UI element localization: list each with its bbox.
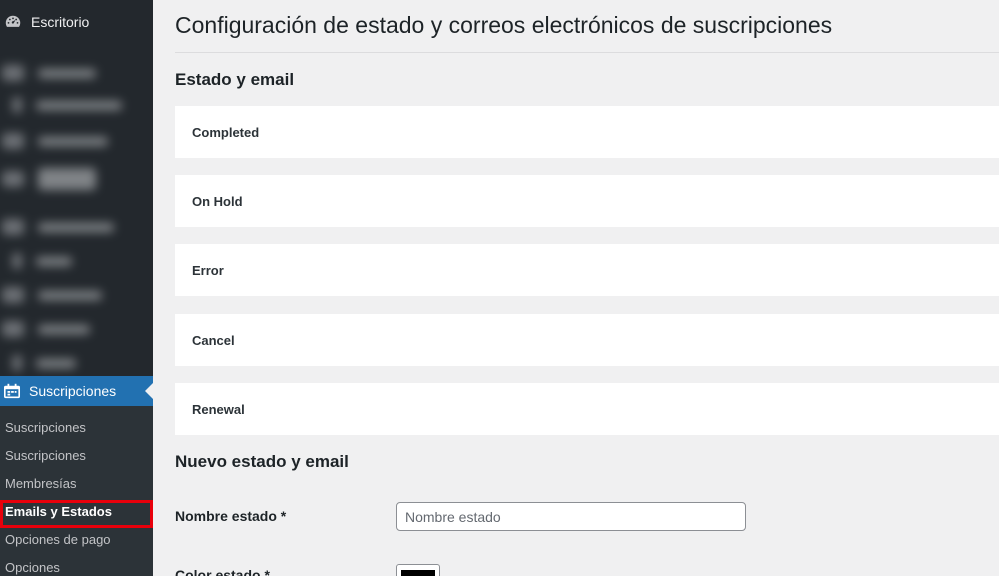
dashboard-icon [3,12,23,32]
calendar-icon [2,381,22,401]
status-label: Cancel [192,332,235,348]
status-card-renewal[interactable]: Renewal [175,383,999,435]
sidebar-item-escritorio[interactable]: Escritorio [0,0,153,44]
section-title-status: Estado y email [175,70,295,89]
submenu-item-membresias[interactable]: Membresías [5,474,77,494]
submenu-item-suscripciones[interactable]: Suscripciones [5,418,86,438]
highlight-annotation [0,500,153,528]
submenu: Suscripciones Suscripciones Membresías E… [0,406,153,576]
status-label: Renewal [192,401,245,417]
main-content: Configuración de estado y correos electr… [153,0,999,576]
section-title-new-status: Nuevo estado y email [175,452,349,471]
status-label: On Hold [192,193,243,209]
blurred-menu-items [0,50,153,376]
status-color-picker[interactable] [396,564,440,576]
status-label: Completed [192,124,260,140]
submenu-item-opciones[interactable]: Opciones [5,558,60,576]
current-menu-arrow [145,383,153,399]
sidebar-item-suscripciones[interactable]: Suscripciones [0,376,153,406]
status-label: Error [192,262,224,278]
submenu-item-opciones-pago[interactable]: Opciones de pago [5,530,111,550]
divider [175,52,999,53]
status-card-completed[interactable]: Completed [175,106,999,158]
status-card-error[interactable]: Error [175,244,999,296]
admin-sidebar: Escritorio Suscripciones Suscripciones S… [0,0,153,576]
status-card-on-hold[interactable]: On Hold [175,175,999,227]
page-title: Configuración de estado y correos electr… [175,12,833,38]
sidebar-item-label: Suscripciones [29,383,117,399]
color-swatch-fill [401,570,435,576]
status-name-input[interactable] [396,502,746,531]
submenu-item-suscripciones-2[interactable]: Suscripciones [5,446,86,466]
status-name-label: Nombre estado * [175,508,287,524]
status-card-cancel[interactable]: Cancel [175,314,999,366]
sidebar-item-label: Escritorio [31,14,90,30]
status-color-label: Color estado * [175,567,270,576]
